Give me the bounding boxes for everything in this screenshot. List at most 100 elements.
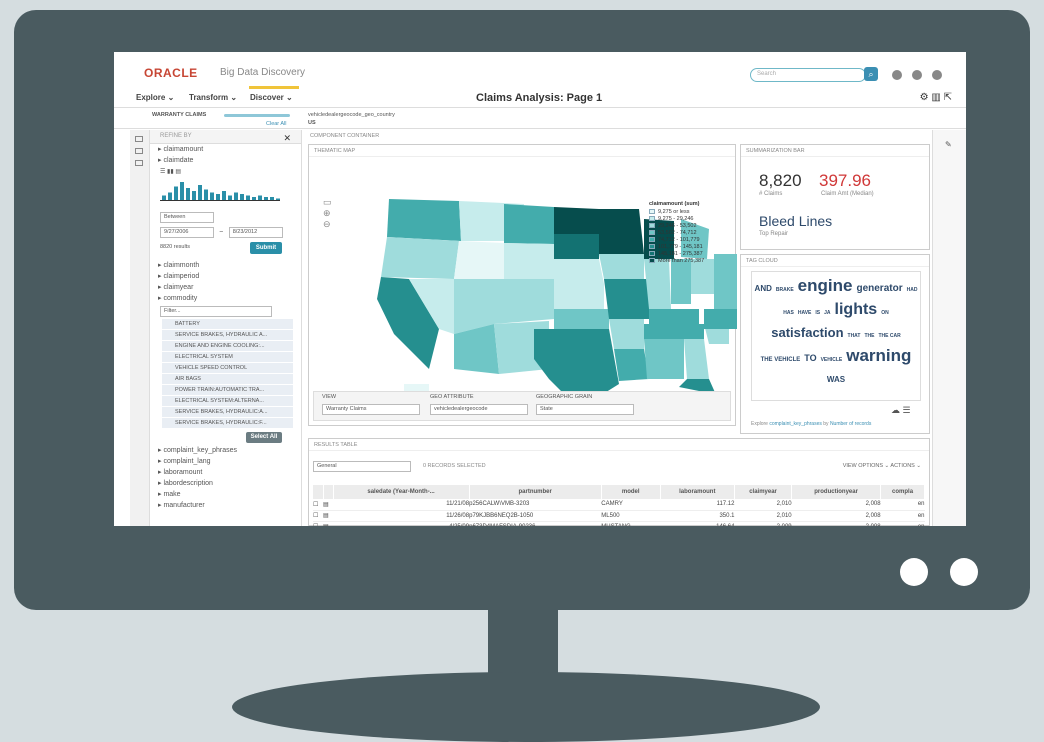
commodity-item[interactable]: AIR BAGS: [162, 374, 293, 384]
commodity-item[interactable]: SERVICE BRAKES, HYDRAULIC:A...: [162, 407, 293, 417]
state-washington: [387, 199, 461, 241]
refine-attribute-item[interactable]: ▸ commodity: [150, 293, 301, 304]
column-header[interactable]: claimyear: [734, 485, 793, 499]
tag-word[interactable]: VEHICLE: [821, 351, 843, 370]
tag-word[interactable]: HAVE: [798, 304, 812, 323]
tag-word[interactable]: ON: [881, 304, 889, 323]
cloud-view-toggle-icon[interactable]: ☁ ☰: [891, 405, 911, 416]
explore-metric-link[interactable]: Number of records: [830, 421, 871, 427]
actions-button[interactable]: ACTIONS: [890, 463, 914, 469]
row-detail-icon[interactable]: ▤: [323, 510, 333, 522]
refine-attribute-item[interactable]: ▸ complaint_key_phrases: [150, 445, 301, 456]
search-input[interactable]: Search: [750, 68, 866, 82]
tag-word[interactable]: TO: [804, 349, 816, 368]
column-header[interactable]: partnumber: [469, 485, 602, 499]
refine-attribute-item[interactable]: ▸ laboramount: [150, 467, 301, 478]
commodity-item[interactable]: SERVICE BRAKES, HYDRAULIC:F...: [162, 418, 293, 428]
column-header[interactable]: model: [601, 485, 661, 499]
geographic-grain-select[interactable]: State: [536, 404, 634, 415]
tag-word[interactable]: HAD: [907, 281, 918, 300]
user-icon[interactable]: [932, 70, 942, 80]
settings-icon[interactable]: [892, 70, 902, 80]
commodity-item[interactable]: ELECTRICAL SYSTEM: [162, 352, 293, 362]
commodity-item[interactable]: ENGINE AND ENGINE COOLING:...: [162, 341, 293, 351]
range-mode-select[interactable]: Between: [160, 212, 214, 223]
tag-word[interactable]: THE CAR: [878, 327, 900, 346]
tag-word[interactable]: lights: [835, 300, 878, 319]
commodity-filter-input[interactable]: Filter...: [160, 306, 272, 317]
refine-attribute-item[interactable]: ▸ manufacturer: [150, 500, 301, 511]
state-nebraska: [554, 259, 604, 284]
commodity-item[interactable]: BATTERY: [162, 319, 293, 329]
date-from-input[interactable]: 9/27/2006: [160, 227, 214, 238]
tag-word[interactable]: HAS: [783, 304, 794, 323]
close-icon[interactable]: ✕: [283, 133, 291, 144]
refine-attribute-item[interactable]: ▸ claimyear: [150, 282, 301, 293]
view-options-button[interactable]: VIEW OPTIONS: [843, 463, 883, 469]
explore-attribute-link[interactable]: complaint_key_phrases: [769, 421, 822, 427]
refine-attribute-item[interactable]: ▸ claimmonth: [150, 260, 301, 271]
refine-attribute-item[interactable]: ▸ claimperiod: [150, 271, 301, 282]
tag-word[interactable]: warning: [846, 346, 911, 365]
tag-word[interactable]: generator: [856, 279, 902, 298]
nav-transform[interactable]: Transform ⌄: [189, 93, 237, 102]
select-all-button[interactable]: Select All: [246, 432, 282, 443]
results-view-select[interactable]: General: [313, 461, 411, 472]
tag-word[interactable]: THAT: [848, 327, 861, 346]
component-container-title: COMPONENT CONTAINER: [310, 133, 380, 139]
tag-word[interactable]: THE: [864, 327, 874, 346]
column-header[interactable]: compla: [880, 485, 925, 499]
tag-word[interactable]: engine: [798, 276, 853, 295]
tag-word[interactable]: BRAKE: [776, 281, 794, 300]
row-checkbox[interactable]: ☐: [313, 510, 323, 522]
row-checkbox[interactable]: ☐: [313, 499, 323, 511]
commodity-item[interactable]: SERVICE BRAKES, HYDRAULIC A...: [162, 330, 293, 340]
tag-word[interactable]: satisfaction: [771, 323, 843, 342]
refine-attribute-item[interactable]: ▸ claimdate: [150, 155, 301, 166]
submit-button[interactable]: Submit: [250, 242, 282, 254]
search-icon[interactable]: ⌕: [864, 67, 878, 81]
range-slider[interactable]: [160, 200, 280, 201]
table-cell: 2,008: [791, 499, 881, 511]
table-row[interactable]: ☐▤4/25/09p673D4MAFSDIA-90236MUSTANG146.6…: [313, 521, 925, 526]
column-header[interactable]: laboramount: [660, 485, 735, 499]
histogram-toggle-icon[interactable]: ☰ ▮▮ ▤: [160, 168, 181, 175]
refine-attribute-item[interactable]: ▸ make: [150, 489, 301, 500]
refine-attribute-item[interactable]: ▸ labordescription: [150, 478, 301, 489]
tag-word[interactable]: JA: [824, 304, 830, 323]
select-column-header[interactable]: [313, 485, 324, 499]
row-checkbox[interactable]: ☐: [313, 521, 323, 526]
camera-icon[interactable]: [135, 160, 143, 166]
list-icon[interactable]: [135, 148, 143, 154]
column-header[interactable]: saledate (Year-Month-...: [333, 485, 470, 499]
table-row[interactable]: ☐ ▤ 11/21/08 p256CALW\VMB-3203 CAMRY 117.12 2,…: [313, 499, 925, 511]
help-icon[interactable]: [912, 70, 922, 80]
row-detail-icon[interactable]: ▤: [323, 499, 333, 511]
filter-icon[interactable]: [135, 136, 143, 142]
tag-word[interactable]: AND: [755, 279, 772, 298]
clear-all-link[interactable]: Clear All: [266, 121, 286, 127]
view-select[interactable]: Warranty Claims: [322, 404, 420, 415]
filter-value: US: [308, 120, 316, 126]
tag-word[interactable]: THE VEHICLE: [761, 351, 801, 370]
commodity-item[interactable]: POWER TRAIN:AUTOMATIC TRA...: [162, 385, 293, 395]
tag-word[interactable]: IS: [815, 304, 820, 323]
row-detail-icon[interactable]: ▤: [323, 521, 333, 526]
page-settings-icon[interactable]: ⚙ ▥ ⇱: [920, 92, 952, 103]
date-to-input[interactable]: 8/23/2012: [228, 227, 283, 238]
us-choropleth-map[interactable]: [309, 159, 737, 399]
tag-word[interactable]: WAS: [827, 370, 845, 389]
pencil-icon[interactable]: ✎: [945, 140, 954, 149]
top-bar: ORACLE Big Data Discovery Search ⌕: [114, 52, 966, 86]
table-row[interactable]: ☐ ▤ 11/26/08 p79KJBB6NEQ2B-1050 ML500 350.1 2,…: [313, 510, 925, 522]
nav-explore[interactable]: Explore ⌄: [136, 93, 174, 102]
select-column-header[interactable]: [323, 485, 334, 499]
commodity-item[interactable]: ELECTRICAL SYSTEM:ALTERNA...: [162, 396, 293, 406]
commodity-item[interactable]: VEHICLE SPEED CONTROL: [162, 363, 293, 373]
refine-attribute-item[interactable]: ▸ claimamount: [150, 144, 301, 155]
nav-discover[interactable]: Discover ⌄: [250, 93, 293, 102]
results-toolbar: General 0 RECORDS SELECTED: [313, 461, 486, 472]
refine-attribute-item[interactable]: ▸ complaint_lang: [150, 456, 301, 467]
column-header[interactable]: productionyear: [791, 485, 882, 499]
geo-attribute-select[interactable]: vehicledealergeocode: [430, 404, 528, 415]
